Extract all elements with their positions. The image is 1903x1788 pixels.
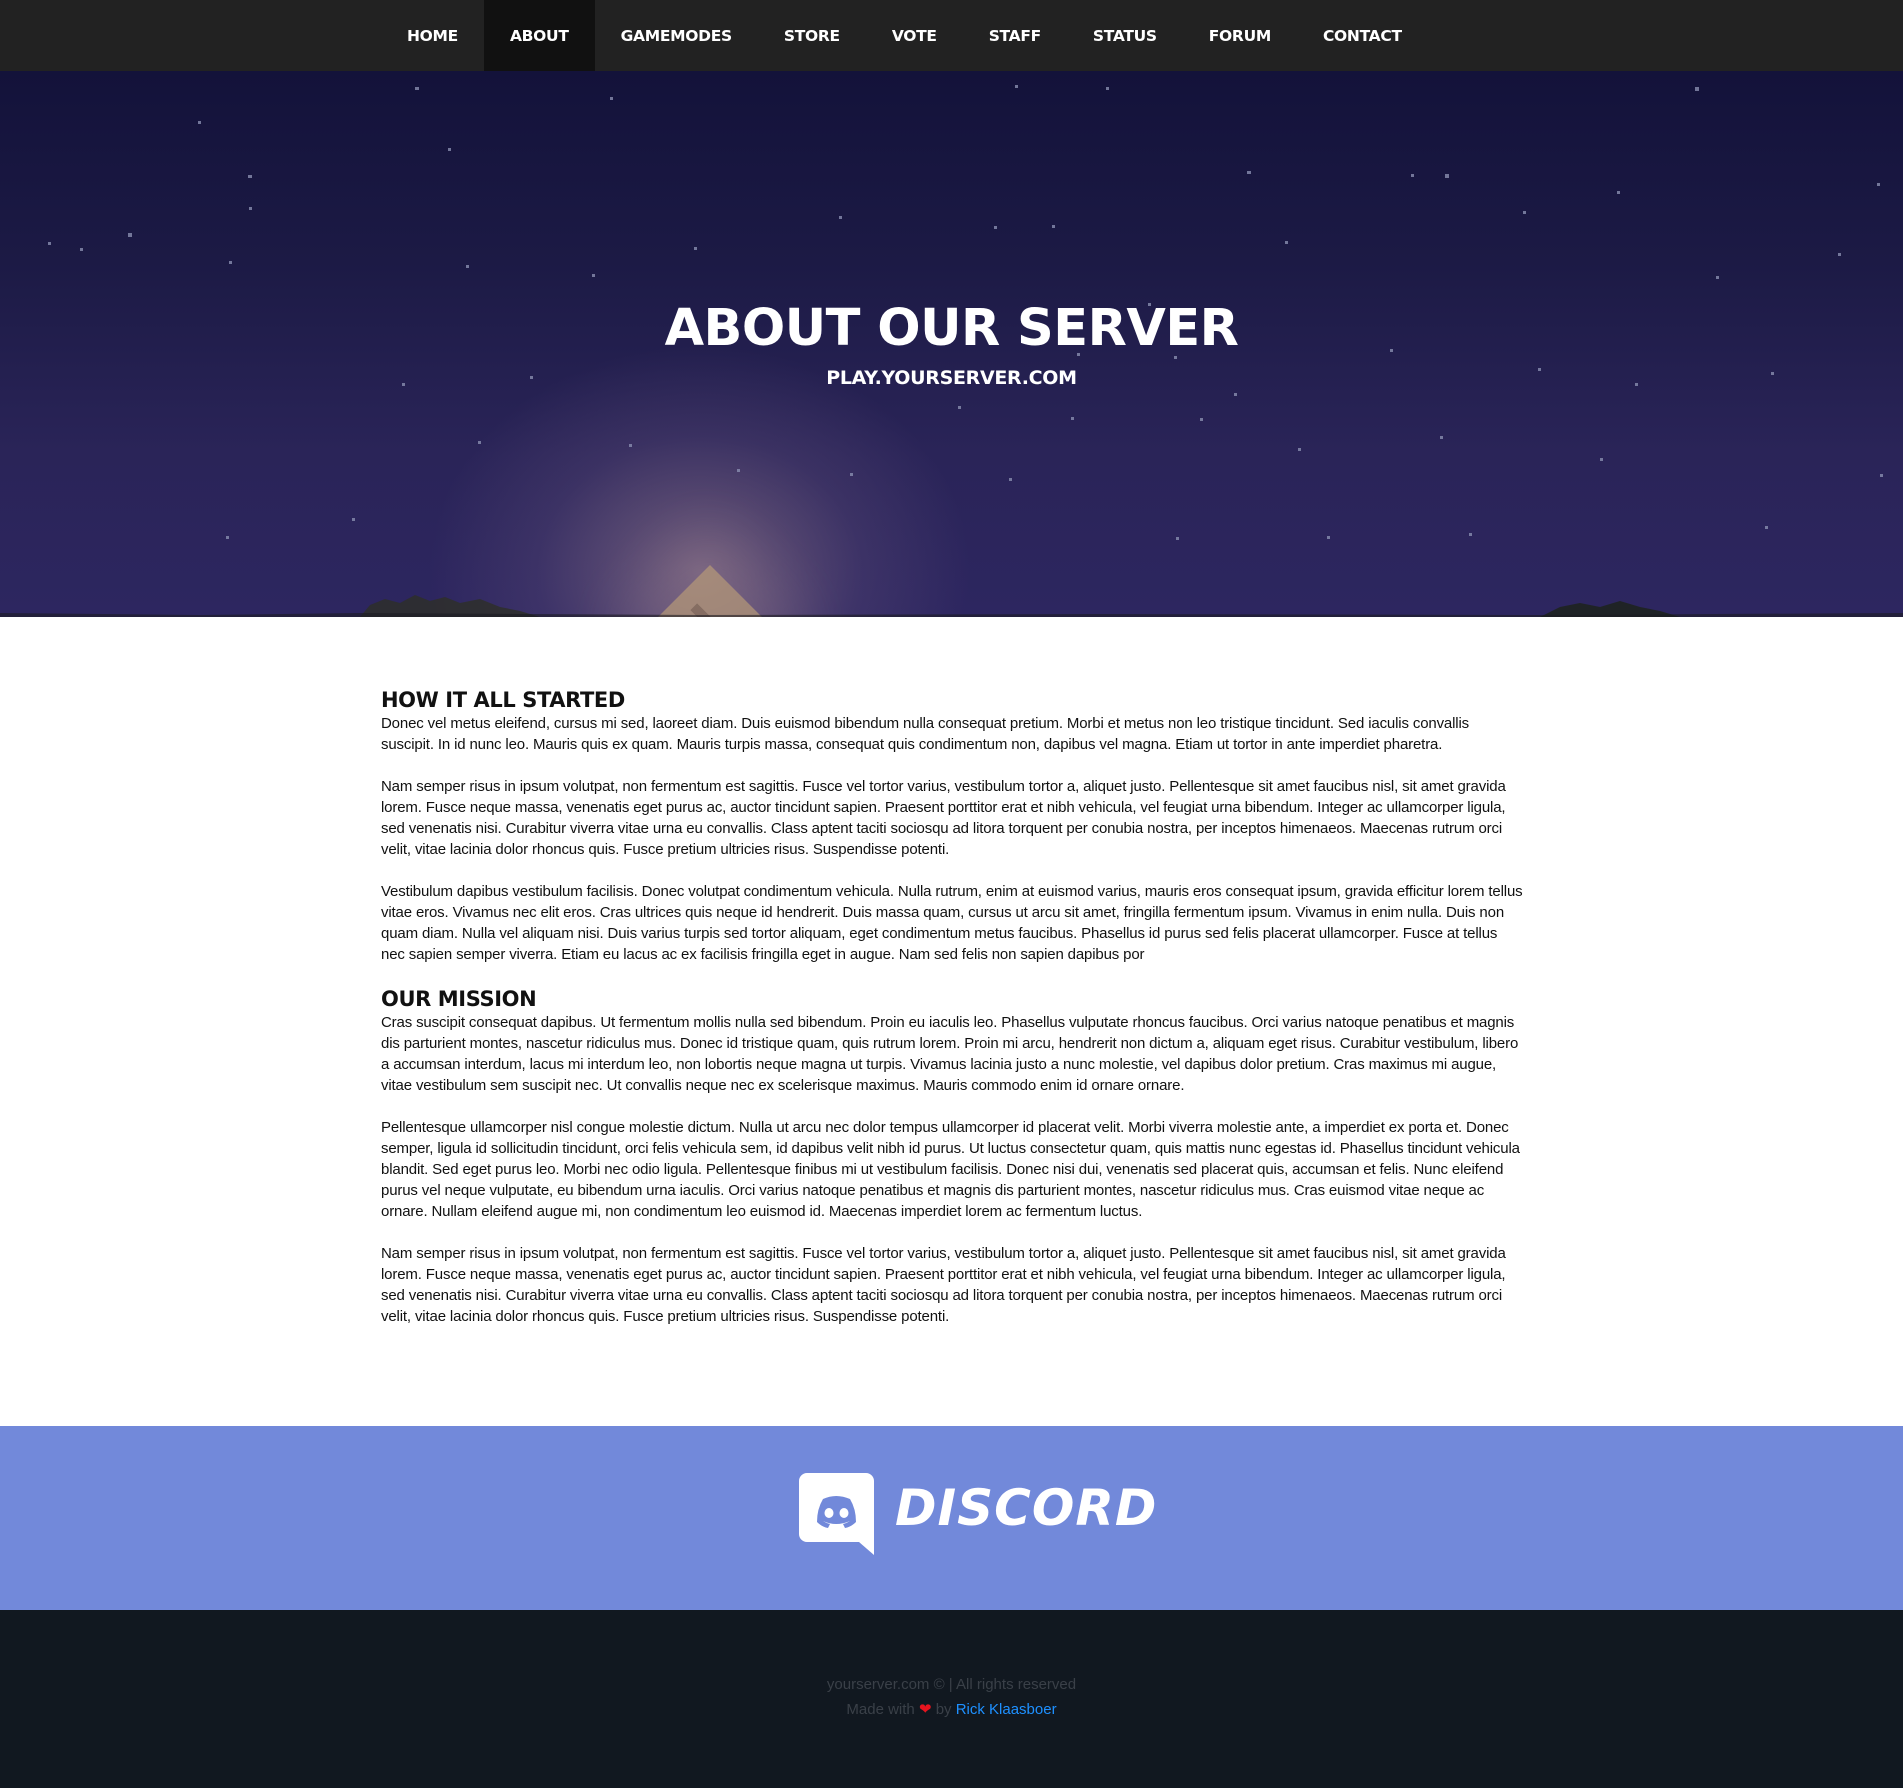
by-text: by bbox=[935, 1701, 952, 1718]
page-title: ABOUT OUR SERVER bbox=[664, 299, 1239, 358]
credits-line: Made with ❤ by Rick Klaasboer bbox=[0, 1700, 1903, 1718]
site-footer: yourserver.com © | All rights reserved M… bbox=[0, 1610, 1903, 1788]
discord-icon bbox=[799, 1473, 874, 1555]
nav-item-status[interactable]: STATUS bbox=[1067, 0, 1183, 71]
paragraph: Cras suscipit consequat dapibus. Ut ferm… bbox=[381, 1014, 1519, 1094]
author-link[interactable]: Rick Klaasboer bbox=[956, 1701, 1057, 1718]
nav-item-contact[interactable]: CONTACT bbox=[1297, 0, 1428, 71]
copyright-text: yourserver.com © | All rights reserved bbox=[826, 1676, 1077, 1693]
nav-item-gamemodes[interactable]: GAMEMODES bbox=[595, 0, 758, 71]
nav-menu: HOME ABOUT GAMEMODES STORE VOTE STAFF ST… bbox=[381, 0, 1428, 71]
discord-banner[interactable]: DISCORD bbox=[0, 1426, 1903, 1610]
section-our-mission: OUR MISSION Cras suscipit consequat dapi… bbox=[381, 986, 1523, 1327]
server-address: PLAY.YOURSERVER.COM bbox=[826, 367, 1077, 389]
hero-banner: ABOUT OUR SERVER PLAY.YOURSERVER.COM bbox=[0, 71, 1903, 617]
section-heading: HOW IT ALL STARTED bbox=[381, 688, 625, 712]
section-how-it-started: HOW IT ALL STARTED Donec vel metus eleif… bbox=[381, 687, 1523, 965]
treeline-silhouette bbox=[0, 595, 1903, 617]
made-with-text: Made with bbox=[846, 1701, 915, 1718]
section-heading: OUR MISSION bbox=[381, 987, 537, 1011]
discord-wordmark: DISCORD bbox=[895, 1479, 1158, 1537]
nav-item-about[interactable]: ABOUT bbox=[483, 0, 595, 71]
paragraph: Donec vel metus eleifend, cursus mi sed,… bbox=[381, 715, 1470, 753]
paragraph: Pellentesque ullamcorper nisl congue mol… bbox=[381, 1119, 1520, 1220]
paragraph: Vestibulum dapibus vestibulum facilisis.… bbox=[381, 883, 1523, 963]
nav-item-forum[interactable]: FORUM bbox=[1183, 0, 1297, 71]
paragraph: Nam semper risus in ipsum volutpat, non … bbox=[381, 778, 1506, 858]
about-content: HOW IT ALL STARTED Donec vel metus eleif… bbox=[381, 687, 1523, 1327]
heart-icon: ❤ bbox=[918, 1701, 932, 1718]
nav-item-vote[interactable]: VOTE bbox=[866, 0, 963, 71]
paragraph: Nam semper risus in ipsum volutpat, non … bbox=[381, 1245, 1506, 1325]
nav-item-home[interactable]: HOME bbox=[381, 0, 484, 71]
nav-item-store[interactable]: STORE bbox=[758, 0, 866, 71]
nav-item-staff[interactable]: STAFF bbox=[963, 0, 1067, 71]
top-navigation: HOME ABOUT GAMEMODES STORE VOTE STAFF ST… bbox=[0, 0, 1903, 71]
